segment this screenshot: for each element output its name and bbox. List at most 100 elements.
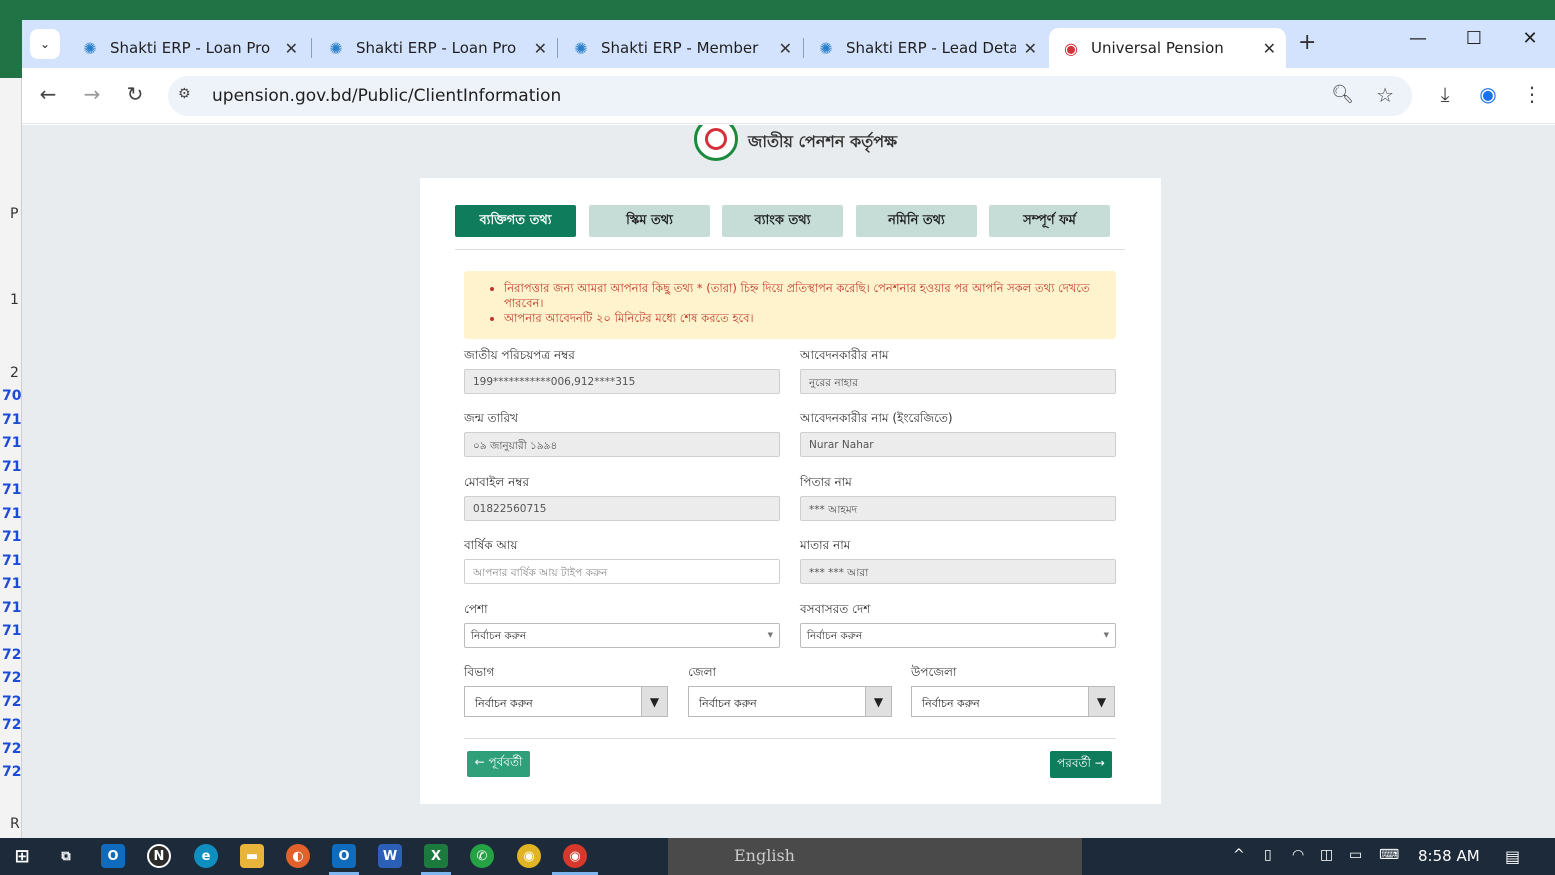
language-label[interactable]: English <box>734 846 795 865</box>
close-window-button[interactable]: ✕ <box>1510 28 1550 49</box>
close-icon[interactable]: ✕ <box>285 39 298 58</box>
profile-button[interactable]: ◉ <box>1474 82 1502 106</box>
excel-row-number: 72 <box>2 647 22 663</box>
tab-search-button[interactable]: ⌄ <box>30 29 60 59</box>
address-bar[interactable]: ⚙ upension.gov.bd/Public/ClientInformati… <box>168 76 1412 116</box>
address-toolbar: ← → ↻ ⚙ upension.gov.bd/Public/ClientInf… <box>22 68 1555 124</box>
shakti-favicon-icon: ✺ <box>83 38 97 58</box>
browser-tab[interactable]: ✺ Shakti ERP - Member Le ✕ <box>559 28 802 68</box>
excel-row-number: 71 <box>2 600 22 616</box>
occupation-select[interactable]: নির্বাচন করুন ▼ <box>464 623 780 648</box>
clock[interactable]: 8:58 AM <box>1418 847 1480 865</box>
maximize-button[interactable]: ☐ <box>1454 28 1494 49</box>
tab-divider <box>557 38 558 58</box>
bookmark-star-icon[interactable]: ☆ <box>1376 83 1394 107</box>
district-select[interactable]: নির্বাচন করুন ▼ <box>688 686 892 717</box>
step-bank-info[interactable]: ব্যাংক তথ্য <box>722 205 843 237</box>
url-text[interactable]: upension.gov.bd/Public/ClientInformation <box>212 86 561 106</box>
chrome-icon[interactable]: ◉ <box>563 844 587 868</box>
firefox-icon[interactable]: ◐ <box>286 844 310 868</box>
browser-tab[interactable]: ✺ Shakti ERP - Lead Details ✕ <box>804 28 1047 68</box>
applicant-name-label: আবেদনকারীর নাম <box>800 348 889 362</box>
file-explorer-icon[interactable]: ▬ <box>240 844 264 868</box>
step-personal-info[interactable]: ব্যক্তিগত তথ্য <box>455 205 576 237</box>
browser-tab[interactable]: ✺ Shakti ERP - Loan Propos ✕ <box>314 28 557 68</box>
downloads-button[interactable]: ⤓ <box>1431 82 1459 106</box>
wifi-icon[interactable]: ◠ <box>1292 847 1304 863</box>
mobile-field: 01822560715 <box>464 496 780 521</box>
more-vertical-icon: ⋮ <box>1522 82 1542 106</box>
chevron-up-icon[interactable]: ^ <box>1233 847 1245 863</box>
windows-start-icon[interactable]: ⊞ <box>10 844 34 868</box>
task-view-icon[interactable]: ⧉ <box>54 844 78 868</box>
excel-row-number: 71 <box>2 435 22 451</box>
step-complete-form[interactable]: সম্পূর্ণ ফর্ম <box>989 205 1110 237</box>
reload-button[interactable]: ↻ <box>121 82 149 106</box>
browser-tab[interactable]: ✺ Shakti ERP - Loan Propos ✕ <box>68 28 308 68</box>
upazila-selected: নির্বাচন করুন <box>922 697 980 710</box>
close-icon[interactable]: ✕ <box>779 39 792 58</box>
browser-menu-button[interactable]: ⋮ <box>1518 82 1546 106</box>
onenote-n-icon[interactable]: N <box>147 844 171 868</box>
previous-button[interactable]: ← পূর্ববর্তী <box>467 751 530 777</box>
notifications-icon[interactable]: ▤ <box>1505 847 1520 866</box>
browser-tab-active[interactable]: ◉ Universal Pension ✕ <box>1049 28 1286 68</box>
excel-row-head: 2 <box>10 365 19 381</box>
zoom-icon[interactable]: 🔍︎ <box>1331 84 1354 105</box>
whatsapp-icon[interactable]: ✆ <box>470 844 494 868</box>
site-settings-icon[interactable]: ⚙ <box>178 86 191 102</box>
district-selected: নির্বাচন করুন <box>699 697 757 710</box>
excel-icon[interactable]: X <box>424 844 448 868</box>
tab-strip: ⌄ ✺ Shakti ERP - Loan Propos ✕ ✺ Shakti … <box>22 20 1555 68</box>
new-tab-button[interactable]: + <box>1298 30 1316 55</box>
keyboard-icon[interactable]: ⌨ <box>1379 847 1399 863</box>
upazila-select[interactable]: নির্বাচন করুন ▼ <box>911 686 1115 717</box>
network-icon[interactable]: ◫ <box>1320 847 1333 863</box>
chrome-icon[interactable]: ◉ <box>517 844 541 868</box>
tab-title: Shakti ERP - Loan Propos <box>356 39 516 57</box>
close-icon[interactable]: ✕ <box>1263 39 1276 58</box>
arrow-right-icon: → <box>83 82 101 106</box>
nid-label: জাতীয় পরিচয়পত্র নম্বর <box>464 348 575 362</box>
father-name-field: *** আহমদ <box>800 496 1116 521</box>
excel-row-number: 71 <box>2 506 22 522</box>
word-icon[interactable]: W <box>378 844 402 868</box>
country-selected: নির্বাচন করুন <box>807 630 863 642</box>
upazila-label: উপজেলা <box>911 665 957 679</box>
dob-field: ০৯ জানুয়ারী ১৯৯৪ <box>464 432 780 457</box>
division-selected: নির্বাচন করুন <box>475 697 533 710</box>
close-icon: ✕ <box>1522 28 1538 49</box>
next-button[interactable]: পরবর্তী → <box>1050 751 1112 778</box>
excel-row-head: 1 <box>10 292 19 308</box>
dropdown-arrow-icon[interactable]: ▼ <box>865 687 891 716</box>
outlook-icon[interactable]: O <box>332 844 356 868</box>
site-header: জাতীয় পেনশন কর্তৃপক্ষ <box>694 125 897 165</box>
mother-name-field: *** *** আরা <box>800 559 1116 584</box>
back-button[interactable]: ← <box>34 82 62 106</box>
meet-now-icon[interactable]: ▯ <box>1264 847 1272 863</box>
annual-income-label: বার্ষিক আয় <box>464 538 518 552</box>
annual-income-input[interactable]: আপনার বার্ষিক আয় টাইপ করুন <box>464 559 780 584</box>
step-scheme-info[interactable]: স্কিম তথ্য <box>589 205 710 237</box>
dropdown-arrow-icon[interactable]: ▼ <box>641 687 667 716</box>
excel-row-number: 72 <box>2 764 22 780</box>
close-icon[interactable]: ✕ <box>534 39 547 58</box>
dropdown-arrow-icon[interactable]: ▼ <box>1088 687 1114 716</box>
battery-icon[interactable]: ▭ <box>1349 847 1362 863</box>
minimize-button[interactable]: — <box>1398 28 1438 49</box>
shakti-favicon-icon: ✺ <box>574 38 588 58</box>
country-select[interactable]: নির্বাচন করুন ▼ <box>800 623 1116 648</box>
forward-button[interactable]: → <box>78 82 106 106</box>
windows-taskbar: ⊞ ⧉ O N e ▬ ◐ O W X ✆ ◉ ◉ English ^ ▯ ◠ … <box>0 838 1555 875</box>
page-viewport: জাতীয় পেনশন কর্তৃপক্ষ ব্যক্তিগত তথ্য স্… <box>22 125 1555 838</box>
pension-authority-logo <box>694 125 738 161</box>
close-icon[interactable]: ✕ <box>1024 39 1037 58</box>
tab-title: Shakti ERP - Member Le <box>601 39 761 57</box>
mobile-label: মোবাইল নম্বর <box>464 475 530 489</box>
notice-item: নিরাপত্তার জন্য আমরা আপনার কিছু তথ্য * (… <box>504 281 1102 311</box>
shakti-favicon-icon: ✺ <box>819 38 833 58</box>
step-nominee-info[interactable]: নমিনি তথ্য <box>856 205 977 237</box>
division-select[interactable]: নির্বাচন করুন ▼ <box>464 686 668 717</box>
outlook-icon[interactable]: O <box>101 844 125 868</box>
edge-icon[interactable]: e <box>194 844 218 868</box>
